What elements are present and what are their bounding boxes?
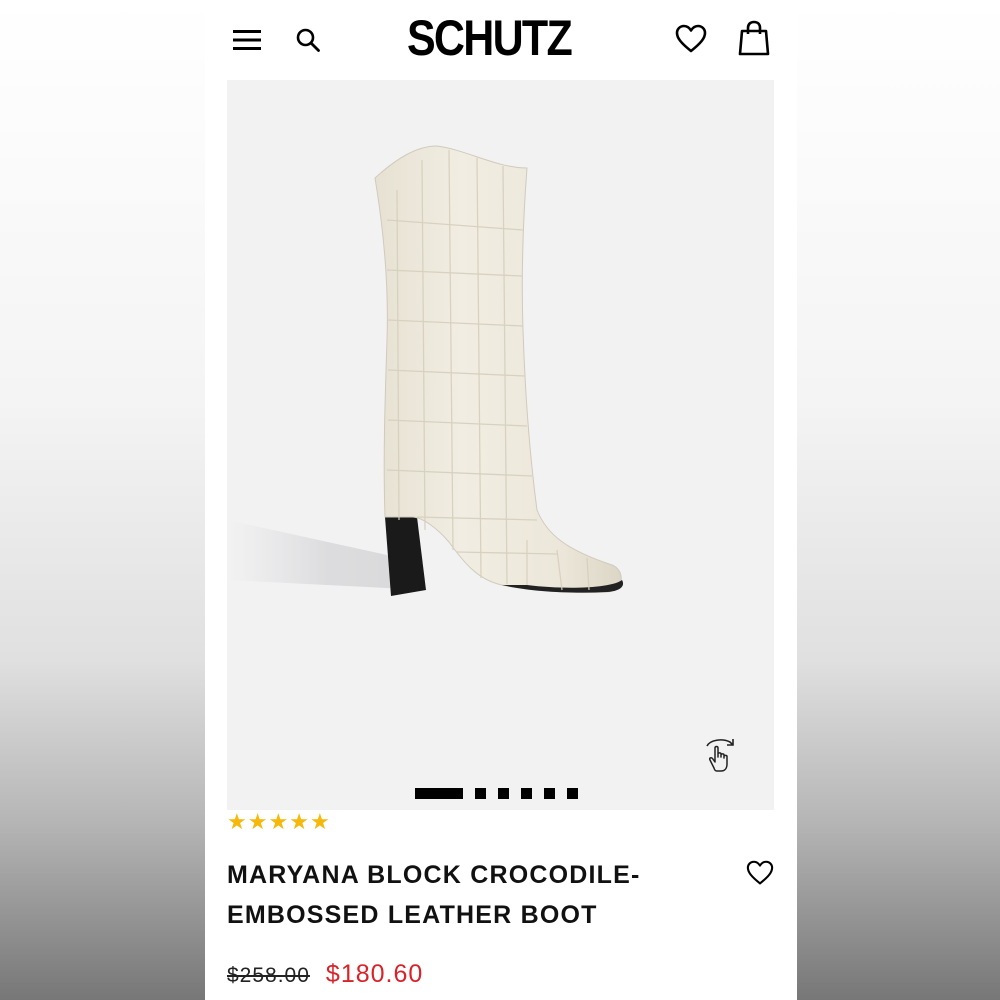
menu-button[interactable] xyxy=(229,22,265,58)
site-header: SCHUTZ xyxy=(205,0,797,80)
product-title: MARYANA BLOCK CROCODILE-EMBOSSED LEATHER… xyxy=(227,861,641,929)
wishlist-button[interactable] xyxy=(673,20,709,58)
bag-button[interactable] xyxy=(735,18,773,58)
pagination-dot[interactable] xyxy=(567,787,578,799)
star-icon: ★ xyxy=(227,810,247,835)
swipe-gesture-icon[interactable] xyxy=(700,736,740,776)
pagination-dot[interactable] xyxy=(544,787,555,799)
product-image xyxy=(227,145,624,596)
pagination-dot[interactable] xyxy=(498,787,509,799)
brand-logo[interactable]: SCHUTZ xyxy=(400,6,579,70)
product-page: SCHUTZ ★ ★ ★ ★ ★ MARYANA BLOCK CROCODILE… xyxy=(205,0,797,1000)
star-icon: ★ xyxy=(247,810,268,835)
pagination-dot[interactable] xyxy=(521,787,532,799)
sale-price: $180.60 xyxy=(325,960,424,988)
hamburger-menu-icon xyxy=(233,30,261,50)
image-pagination xyxy=(415,787,590,799)
search-button[interactable] xyxy=(291,22,325,58)
background-blur-left xyxy=(0,0,205,1000)
star-icon: ★ xyxy=(268,810,289,835)
heart-outline-icon xyxy=(746,860,774,885)
pagination-dot[interactable] xyxy=(475,787,486,799)
price-row: $258.00 $180.60 xyxy=(227,960,423,989)
add-to-favorites-button[interactable] xyxy=(743,856,777,890)
search-icon xyxy=(296,28,320,52)
product-image-gallery[interactable] xyxy=(227,80,774,810)
star-icon: ★ xyxy=(289,810,309,835)
pagination-dot-active[interactable] xyxy=(415,787,463,799)
shopping-bag-icon xyxy=(738,20,770,56)
heart-icon xyxy=(675,24,707,53)
product-rating[interactable]: ★ ★ ★ ★ ★ xyxy=(227,812,331,834)
star-icon: ★ xyxy=(309,810,330,835)
background-blur-right xyxy=(795,0,1000,1000)
original-price: $258.00 xyxy=(227,964,310,987)
